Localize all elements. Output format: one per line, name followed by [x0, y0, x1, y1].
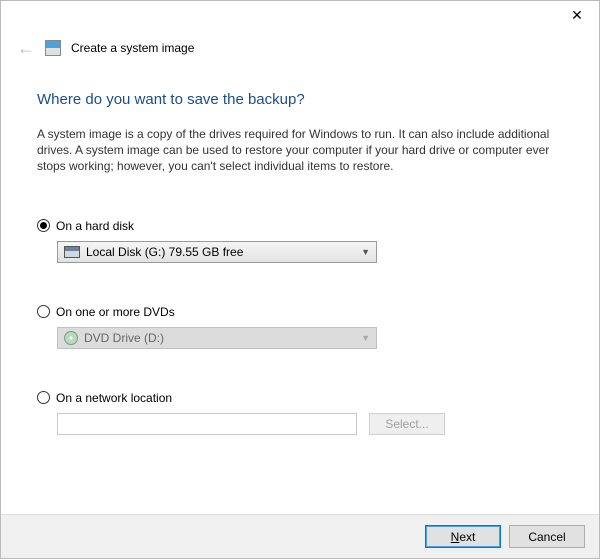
radio-icon — [37, 305, 50, 318]
hard-disk-selected: Local Disk (G:) 79.55 GB free — [86, 245, 357, 259]
option-network: On a network location Select... — [37, 391, 563, 435]
dvd-selected: DVD Drive (D:) — [84, 331, 357, 345]
hard-disk-dropdown[interactable]: Local Disk (G:) 79.55 GB free ▼ — [57, 241, 377, 263]
radio-network[interactable]: On a network location — [37, 391, 563, 405]
option-dvd: On one or more DVDs DVD Drive (D:) ▼ — [37, 305, 563, 349]
radio-label: On a hard disk — [56, 219, 134, 233]
back-arrow-icon: ← — [17, 39, 35, 57]
hard-disk-icon — [64, 246, 80, 258]
titlebar: ✕ — [1, 1, 599, 33]
radio-icon — [37, 391, 50, 404]
radio-dvd[interactable]: On one or more DVDs — [37, 305, 563, 319]
wizard-footer: Next Cancel — [1, 514, 599, 558]
content-area: Where do you want to save the backup? A … — [1, 57, 599, 435]
radio-label: On one or more DVDs — [56, 305, 175, 319]
radio-hard-disk[interactable]: On a hard disk — [37, 219, 563, 233]
page-heading: Where do you want to save the backup? — [37, 91, 563, 108]
dvd-dropdown: DVD Drive (D:) ▼ — [57, 327, 377, 349]
radio-label: On a network location — [56, 391, 172, 405]
close-button[interactable]: ✕ — [555, 1, 599, 29]
dvd-icon — [64, 331, 78, 345]
option-hard-disk: On a hard disk Local Disk (G:) 79.55 GB … — [37, 219, 563, 263]
chevron-down-icon: ▼ — [361, 247, 370, 257]
wizard-title: Create a system image — [71, 41, 194, 55]
cancel-button[interactable]: Cancel — [509, 525, 585, 548]
next-button-label: Next — [451, 530, 476, 544]
system-image-icon — [45, 40, 61, 56]
page-description: A system image is a copy of the drives r… — [37, 126, 563, 175]
radio-icon — [37, 219, 50, 232]
wizard-header: ← Create a system image — [1, 33, 599, 57]
select-network-button: Select... — [369, 413, 445, 435]
chevron-down-icon: ▼ — [361, 333, 370, 343]
network-path-input — [57, 413, 357, 435]
next-button[interactable]: Next — [425, 525, 501, 548]
